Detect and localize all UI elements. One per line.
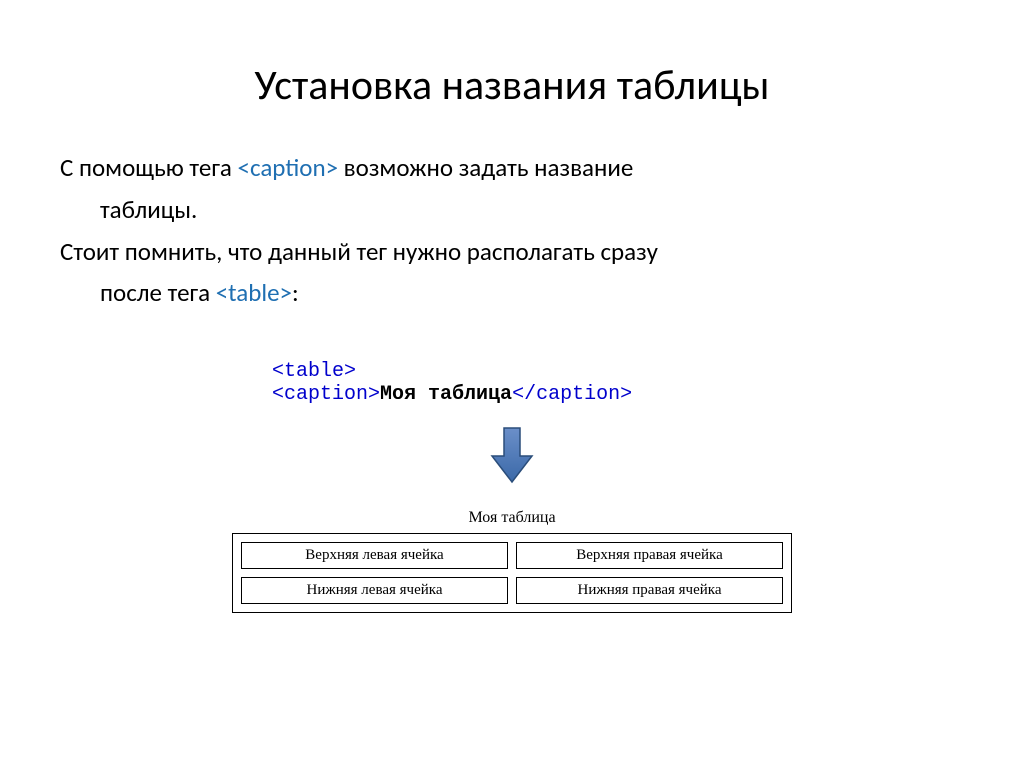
table-tag-inline: <table> bbox=[216, 277, 292, 308]
cell-top-left: Верхняя левая ячейка bbox=[241, 542, 508, 569]
slide-title: Установка названия таблицы bbox=[60, 60, 964, 111]
para1-text-a: С помощью тега bbox=[60, 152, 238, 183]
slide-container: Установка названия таблицы С помощью тег… bbox=[0, 0, 1024, 653]
example-table: Верхняя левая ячейка Верхняя правая ячей… bbox=[232, 533, 792, 613]
paragraph-2: Стоит помнить, что данный тег нужно расп… bbox=[60, 235, 964, 311]
para1-line1: С помощью тега <caption> возможно задать… bbox=[60, 151, 964, 185]
code-example: <table> <caption>Моя таблица</caption> bbox=[272, 360, 752, 406]
code-line-2: <caption>Моя таблица</caption> bbox=[272, 383, 752, 406]
cell-bottom-right: Нижняя правая ячейка bbox=[516, 577, 783, 604]
para2-text-b: после тега bbox=[100, 277, 216, 308]
table-row: Нижняя левая ячейка Нижняя правая ячейка bbox=[241, 577, 783, 604]
arrow-container bbox=[60, 426, 964, 489]
para2-line1: Стоит помнить, что данный тег нужно расп… bbox=[60, 235, 964, 269]
paragraph-1: С помощью тега <caption> возможно задать… bbox=[60, 151, 964, 227]
code-caption-close: </caption> bbox=[512, 383, 632, 406]
code-caption-open: <caption> bbox=[272, 383, 380, 406]
para2-line2: после тега <table>: bbox=[60, 276, 964, 310]
para1-line2: таблицы. bbox=[60, 193, 964, 227]
down-arrow-icon bbox=[490, 426, 534, 484]
cell-bottom-left: Нижняя левая ячейка bbox=[241, 577, 508, 604]
example-output: Моя таблица Верхняя левая ячейка Верхняя… bbox=[232, 509, 792, 613]
para2-text-c: : bbox=[292, 277, 299, 308]
example-table-caption: Моя таблица bbox=[232, 509, 792, 527]
para1-text-b: возможно задать название bbox=[338, 152, 633, 183]
code-caption-text: Моя таблица bbox=[380, 383, 512, 406]
caption-tag-inline: <caption> bbox=[238, 152, 339, 183]
code-line-1: <table> bbox=[272, 360, 752, 383]
cell-top-right: Верхняя правая ячейка bbox=[516, 542, 783, 569]
table-row: Верхняя левая ячейка Верхняя правая ячей… bbox=[241, 542, 783, 569]
code-table-open: <table> bbox=[272, 360, 356, 383]
